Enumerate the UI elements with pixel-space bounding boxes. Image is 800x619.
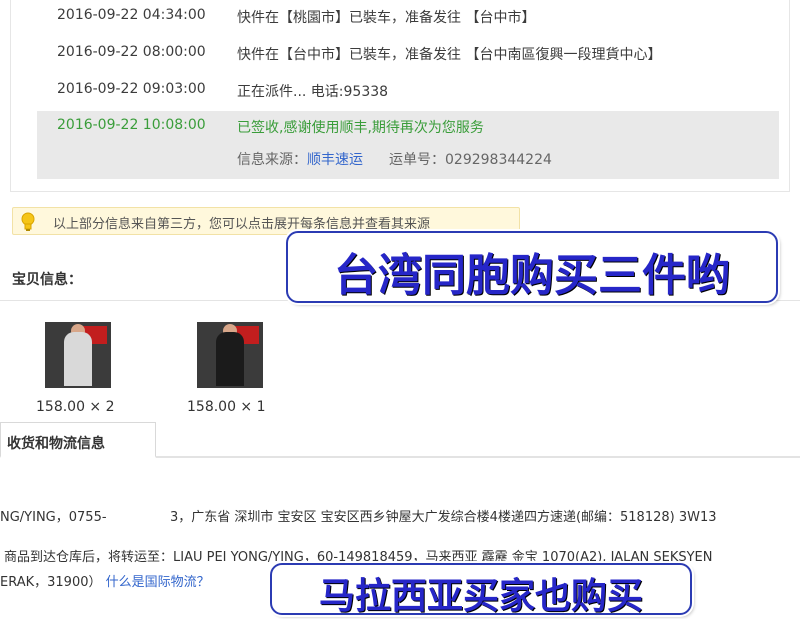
tracking-row: 2016-09-22 04:34:00 快件在【桃園市】已裝车，准备发往 【台中…	[37, 1, 779, 31]
lightbulb-icon	[19, 212, 37, 236]
model-garment	[64, 332, 92, 386]
tracking-time: 2016-09-22 10:08:00	[57, 117, 206, 133]
tracking-row: 2016-09-22 09:03:00 正在派件... 电话:95338	[37, 75, 779, 105]
source-label: 信息来源：	[237, 152, 307, 168]
banner-text: 台湾同胞购买三件哟	[334, 250, 730, 301]
shipping-address-contact: NG/YING，0755-	[0, 510, 107, 525]
tracking-source: 信息来源：顺丰速运 运单号：029298344224	[237, 149, 552, 169]
product-price-quantity: 158.00 × 1	[187, 399, 266, 415]
product-price-quantity: 158.00 × 2	[36, 399, 115, 415]
taiwan-buyer-banner: 台湾同胞购买三件哟	[286, 231, 778, 303]
tab-shipping-logistics[interactable]: 收货和物流信息	[0, 422, 156, 458]
tracking-row-latest: 2016-09-22 10:08:00 已签收,感谢使用顺丰,期待再次为您服务 …	[37, 111, 779, 179]
tracking-time: 2016-09-22 04:34:00	[57, 7, 206, 23]
transfer-address-end: ERAK，31900） 什么是国际物流？	[0, 571, 210, 590]
product-image[interactable]	[45, 322, 111, 388]
waybill-number: 运单号：029298344224	[389, 152, 552, 168]
postcode-text: ERAK，31900）	[0, 575, 102, 590]
banner-text: 马拉西亚买家也购买	[318, 576, 643, 617]
tracking-time: 2016-09-22 09:03:00	[57, 81, 206, 97]
tracking-time: 2016-09-22 08:00:00	[57, 44, 206, 60]
tracking-description: 已签收,感谢使用顺丰,期待再次为您服务	[237, 120, 484, 136]
malaysia-buyer-banner: 马拉西亚买家也购买	[270, 563, 692, 617]
courier-link[interactable]: 顺丰速运	[307, 152, 363, 168]
model-garment	[216, 332, 244, 386]
product-image[interactable]	[197, 322, 263, 388]
info-tab-bar: 收货和物流信息	[0, 418, 800, 458]
tracking-description: 正在派件... 电话:95338	[237, 84, 389, 100]
items-section-title: 宝贝信息：	[12, 272, 82, 288]
tracking-description: 快件在【台中市】已裝车，准备发往 【台中南區復興一段理貨中心】	[237, 47, 662, 63]
tracking-description: 快件在【桃園市】已裝车，准备发往 【台中市】	[237, 10, 536, 26]
logistics-tracking-panel: 2016-09-22 04:34:00 快件在【桃園市】已裝车，准备发往 【台中…	[10, 0, 790, 192]
shipping-address: 3，广东省 深圳市 宝安区 宝安区西乡钟屋大广发综合楼4楼递四方速递(邮编：51…	[170, 510, 717, 525]
tracking-row: 2016-09-22 08:00:00 快件在【台中市】已裝车，准备发往 【台中…	[37, 38, 779, 68]
tab-label: 收货和物流信息	[7, 436, 105, 452]
product-thumbnail[interactable]	[190, 322, 270, 388]
notice-text: 以上部分信息来自第三方，您可以点击展开每条信息并查看其来源	[53, 217, 431, 232]
international-logistics-link[interactable]: 什么是国际物流？	[106, 575, 210, 590]
product-thumbnail[interactable]	[38, 322, 118, 388]
